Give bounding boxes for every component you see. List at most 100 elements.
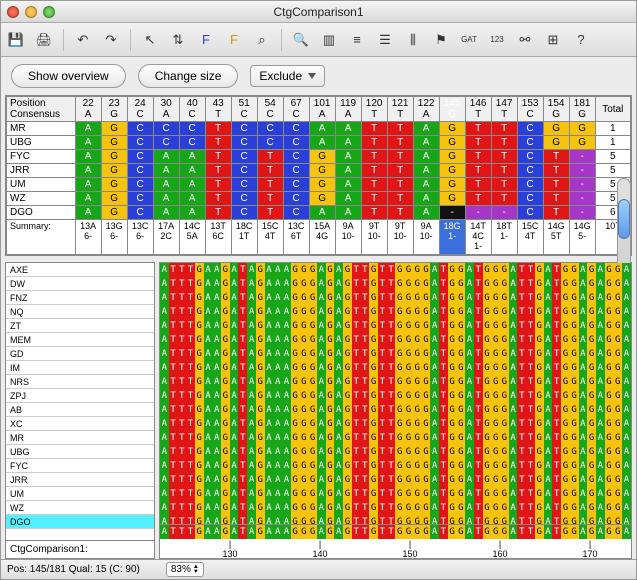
print-icon[interactable]: 🖨 — [33, 29, 55, 51]
base-cell[interactable]: T — [257, 178, 283, 192]
base-cell[interactable]: C — [283, 192, 309, 206]
col-header[interactable]: 40 C — [179, 97, 205, 122]
base-cell[interactable]: A — [335, 178, 361, 192]
col-header[interactable]: 145 G — [439, 97, 465, 122]
list-item[interactable]: NRS — [6, 375, 154, 389]
redo-icon[interactable]: ↷ — [100, 29, 122, 51]
base-cell[interactable]: C — [153, 136, 179, 150]
base-cell[interactable]: A — [75, 136, 101, 150]
base-cell[interactable]: T — [491, 150, 517, 164]
base-cell[interactable]: A — [413, 178, 439, 192]
base-cell[interactable]: C — [283, 178, 309, 192]
base-cell[interactable]: C — [127, 122, 153, 136]
base-cell[interactable]: C — [231, 150, 257, 164]
base-cell[interactable]: C — [127, 178, 153, 192]
col-header[interactable]: 51 C — [231, 97, 257, 122]
close-icon[interactable] — [7, 6, 19, 18]
chromatogram-icon[interactable]: ⫼ — [402, 29, 424, 51]
base-cell[interactable]: A — [413, 136, 439, 150]
base-cell[interactable]: - — [465, 206, 491, 220]
base-cell[interactable]: C — [283, 150, 309, 164]
base-cell[interactable]: C — [231, 192, 257, 206]
col-header[interactable]: 154 G — [543, 97, 569, 122]
base-cell[interactable]: - — [569, 150, 595, 164]
base-cell[interactable]: A — [179, 150, 205, 164]
base-cell[interactable]: T — [361, 150, 387, 164]
base-cell[interactable]: C — [231, 206, 257, 220]
list-item[interactable]: NQ — [6, 305, 154, 319]
base-cell[interactable]: G — [543, 136, 569, 150]
base-cell[interactable]: A — [413, 164, 439, 178]
base-cell[interactable]: T — [205, 164, 231, 178]
base-cell[interactable]: - — [491, 206, 517, 220]
list-item[interactable]: UM — [6, 487, 154, 501]
base-cell[interactable]: G — [101, 192, 127, 206]
base-cell[interactable]: T — [361, 206, 387, 220]
base-cell[interactable]: T — [205, 178, 231, 192]
base-cell[interactable]: A — [335, 150, 361, 164]
base-cell[interactable]: G — [309, 192, 335, 206]
cursor-icon[interactable]: ↖ — [139, 29, 161, 51]
change-size-button[interactable]: Change size — [138, 64, 239, 88]
base-cell[interactable]: A — [309, 136, 335, 150]
base-cell[interactable]: T — [543, 192, 569, 206]
base-cell[interactable]: - — [569, 178, 595, 192]
base-cell[interactable]: A — [335, 164, 361, 178]
base-cell[interactable]: T — [257, 164, 283, 178]
base-cell[interactable]: C — [179, 122, 205, 136]
list-item[interactable]: XC — [6, 417, 154, 431]
list-item[interactable]: MR — [6, 431, 154, 445]
col-header[interactable]: 54 C — [257, 97, 283, 122]
base-cell[interactable]: T — [465, 122, 491, 136]
base-cell[interactable]: C — [179, 136, 205, 150]
base-cell[interactable]: T — [543, 150, 569, 164]
base-cell[interactable]: G — [101, 136, 127, 150]
col-header[interactable]: 147 T — [491, 97, 517, 122]
base-cell[interactable]: A — [153, 178, 179, 192]
base-cell[interactable]: G — [309, 164, 335, 178]
base-cell[interactable]: A — [335, 136, 361, 150]
base-cell[interactable]: C — [231, 178, 257, 192]
exclude-dropdown[interactable]: Exclude — [250, 65, 325, 87]
list-item[interactable]: IM — [6, 361, 154, 375]
base-cell[interactable]: G — [439, 192, 465, 206]
col-header[interactable]: 67 C — [283, 97, 309, 122]
show-overview-button[interactable]: Show overview — [11, 64, 126, 88]
base-cell[interactable]: C — [127, 164, 153, 178]
base-cell[interactable]: T — [205, 192, 231, 206]
base-cell[interactable]: T — [491, 164, 517, 178]
base-cell[interactable]: C — [283, 136, 309, 150]
sort-icon[interactable]: ⇅ — [167, 29, 189, 51]
base-cell[interactable]: T — [361, 136, 387, 150]
base-cell[interactable]: A — [309, 206, 335, 220]
base-cell[interactable]: A — [413, 192, 439, 206]
base-cell[interactable]: A — [413, 122, 439, 136]
col-header[interactable]: 43 T — [205, 97, 231, 122]
rows-icon[interactable]: ☰ — [374, 29, 396, 51]
col-header[interactable]: 119 A — [335, 97, 361, 122]
base-cell[interactable]: T — [205, 206, 231, 220]
base-cell[interactable]: C — [517, 206, 543, 220]
zoom-icon[interactable]: 🔍 — [290, 29, 312, 51]
col-header[interactable]: 23 G — [101, 97, 127, 122]
base-cell[interactable]: C — [127, 192, 153, 206]
base-cell[interactable]: A — [75, 164, 101, 178]
base-cell[interactable]: G — [569, 136, 595, 150]
base-cell[interactable]: T — [387, 192, 413, 206]
link-icon[interactable]: ⚯ — [514, 29, 536, 51]
list-item[interactable]: MEM — [6, 333, 154, 347]
col-header[interactable]: 24 C — [127, 97, 153, 122]
list-item[interactable]: UBG — [6, 445, 154, 459]
base-cell[interactable]: - — [439, 206, 465, 220]
base-cell[interactable]: T — [387, 164, 413, 178]
base-cell[interactable]: A — [179, 178, 205, 192]
list-item[interactable]: JRR — [6, 473, 154, 487]
base-cell[interactable]: T — [491, 136, 517, 150]
base-cell[interactable]: G — [439, 136, 465, 150]
base-cell[interactable]: G — [101, 178, 127, 192]
base-cell[interactable]: G — [543, 122, 569, 136]
find-icon[interactable]: ⌕ — [251, 29, 273, 51]
base-cell[interactable]: G — [101, 150, 127, 164]
base-cell[interactable]: T — [491, 192, 517, 206]
base-cell[interactable]: - — [569, 206, 595, 220]
